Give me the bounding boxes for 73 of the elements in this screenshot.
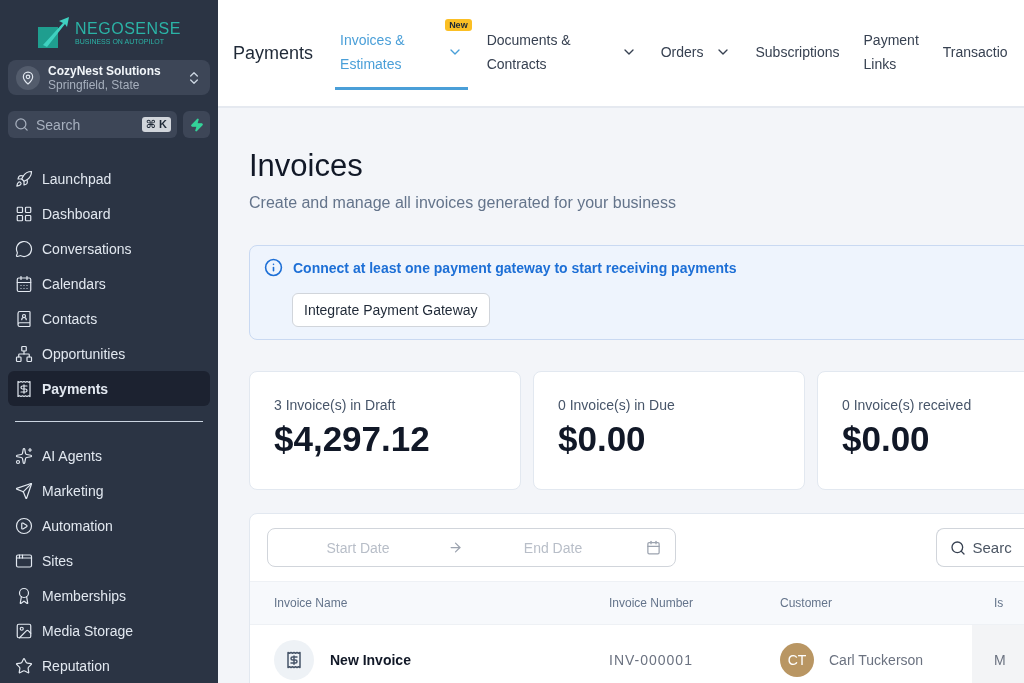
page-subtitle: Create and manage all invoices generated for your business [249,194,677,212]
page-title: Invoices [249,148,364,184]
star-icon [15,656,33,675]
receipt-icon [274,639,314,680]
sidebar-item[interactable]: Dashboard [8,196,210,232]
shortcut-key: ⌘ K [141,117,171,133]
rocket-icon [15,169,33,188]
sidebar-item[interactable]: Launchpad [8,161,210,197]
receipt-icon [15,379,33,398]
search-icon [949,539,966,556]
account-name: CozyNest Solutions [48,63,162,78]
nav-tab[interactable]: Payment Links [858,16,924,90]
search-bar[interactable]: Search ⌘ K [8,111,177,139]
sidebar-item[interactable]: Conversations [8,231,210,267]
calendar-icon [15,274,33,293]
nav-tab[interactable]: Subscriptions [750,16,845,90]
address-book-icon [15,309,33,328]
browser-window-icon [15,551,33,570]
customer-avatar: CT [780,642,814,677]
date-range-picker[interactable]: Start Date End Date [267,528,676,567]
new-badge: New [445,19,472,31]
nav-tab[interactable]: Invoices & Estimates New [335,16,468,90]
calendar-icon [645,540,661,555]
sidebar-item[interactable]: AI Agents [8,438,210,473]
sidebar-item[interactable]: Marketing [8,473,210,508]
customer-name: Carl Tuckerson [829,651,924,668]
info-icon [264,258,283,277]
network-icon [15,344,33,363]
banner-message: Connect at least one payment gateway to start receiving payments [293,259,737,276]
sidebar-item[interactable]: Memberships [8,578,210,613]
stat-label: 0 Invoice(s) in Due [558,397,676,413]
location-pin-icon [16,65,40,90]
arrow-right-icon [448,540,463,555]
search-icon [14,117,29,133]
column-header: Invoice Number [609,596,695,610]
play-circle-icon [15,516,33,535]
search-field[interactable]: Search [34,115,137,134]
column-header: Customer [780,596,833,610]
sidebar-item[interactable]: Media Storage [8,613,210,648]
table-search-bar[interactable]: Searc [935,528,1024,567]
lightning-button[interactable] [183,111,210,139]
stat-label: 3 Invoice(s) in Draft [274,397,397,413]
section-title: Payments [233,42,314,64]
sidebar-item[interactable]: Sites [8,543,210,578]
stat-label: 0 Invoice(s) received [842,397,973,413]
sidebar-item[interactable]: Payments [8,371,210,407]
sidebar-item[interactable]: Contacts [8,301,210,337]
nav-tab[interactable]: Documents & Contracts [481,16,642,90]
column-header: Is [994,596,1005,610]
integrate-button[interactable]: Integrate Payment Gateway [292,293,490,327]
nav-tab[interactable]: Transactio [937,16,1013,90]
nav-tab[interactable]: Orders [655,16,737,90]
logo-icon [37,15,72,50]
grid-icon [15,204,33,223]
sparkles-icon [15,446,33,465]
invoice-name[interactable]: New Invoice [330,651,411,668]
stat-value: $0.00 [842,419,931,459]
chat-bubble-icon [15,239,33,258]
logo-text: NEGOSENSE [75,19,181,38]
stat-value: $4,297.12 [274,419,431,459]
sidebar-item[interactable]: Calendars [8,266,210,302]
account-switcher[interactable]: CozyNest Solutions Springfield, State [8,60,210,96]
account-location: Springfield, State [48,77,141,92]
paper-plane-icon [15,481,33,500]
column-header: Invoice Name [274,596,349,610]
sidebar-item[interactable]: Automation [8,508,210,543]
lightning-icon [189,117,204,132]
stat-value: $0.00 [558,419,647,459]
table-cell: M [972,625,1024,683]
invoice-number: INV-000001 [609,651,694,668]
sidebar-item[interactable]: Reputation [8,648,210,683]
sidebar-item[interactable]: Opportunities [8,336,210,372]
image-icon [15,621,33,640]
